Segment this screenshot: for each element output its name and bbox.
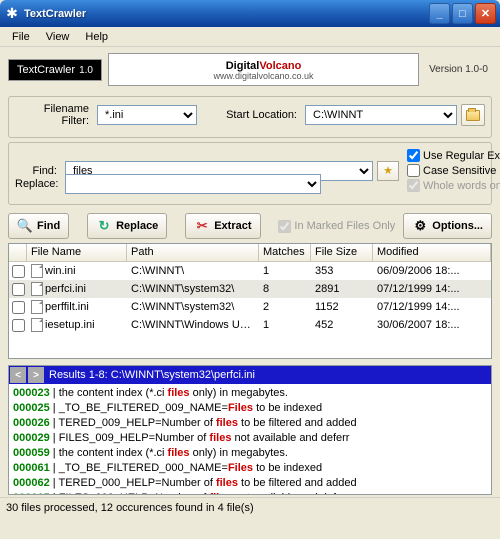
menubar: File View Help bbox=[0, 27, 500, 47]
file-icon bbox=[31, 318, 43, 332]
result-line: 000061 | _TO_BE_FILTERED_000_NAME=Files … bbox=[13, 461, 487, 476]
find-label: Find: bbox=[15, 165, 61, 177]
status-text: 30 files processed, 12 occurences found … bbox=[6, 502, 254, 514]
result-line: 000026 | TERED_009_HELP=Number of files … bbox=[13, 416, 487, 431]
find-button[interactable]: 🔍Find bbox=[8, 213, 69, 239]
find-icon: 🔍 bbox=[17, 218, 33, 234]
preview-header: < > Results 1-8: C:\WINNT\system32\perfc… bbox=[9, 366, 491, 384]
result-line: 000059 | the content index (*.ci files o… bbox=[13, 446, 487, 461]
prev-result-button[interactable]: < bbox=[10, 367, 26, 383]
col-filename[interactable]: File Name bbox=[27, 244, 127, 261]
table-header: File Name Path Matches File Size Modifie… bbox=[9, 244, 491, 262]
filter-panel: Filename Filter: *.ini Start Location: C… bbox=[8, 96, 492, 138]
row-checkbox[interactable] bbox=[12, 319, 25, 332]
case-checkbox[interactable]: Case Sensitive bbox=[407, 164, 485, 177]
replace-button[interactable]: ↻Replace bbox=[87, 213, 167, 239]
col-filesize[interactable]: File Size bbox=[311, 244, 373, 261]
extract-button[interactable]: ✂Extract bbox=[185, 213, 260, 239]
options-button[interactable]: ⚙Options... bbox=[403, 213, 492, 239]
logo-text: TextCrawler bbox=[17, 64, 75, 76]
maximize-button[interactable]: □ bbox=[452, 3, 473, 24]
file-icon bbox=[31, 264, 43, 278]
close-button[interactable]: ✕ bbox=[475, 3, 496, 24]
logo-textcrawler: TextCrawler 1.0 bbox=[8, 59, 102, 81]
marked-only-checkbox: In Marked Files Only bbox=[278, 220, 395, 233]
minimize-button[interactable]: _ bbox=[429, 3, 450, 24]
result-line: 000029 | FILES_009_HELP=Number of files … bbox=[13, 431, 487, 446]
logo-digitalvolcano: DigitalVolcano www.digitalvolcano.co.uk bbox=[108, 53, 419, 86]
filename-filter-label: Filename Filter: bbox=[15, 103, 93, 127]
app-icon: ✱ bbox=[4, 6, 20, 22]
statusbar: 30 files processed, 12 occurences found … bbox=[0, 497, 500, 517]
banner: TextCrawler 1.0 DigitalVolcano www.digit… bbox=[0, 47, 500, 92]
table-row[interactable]: perffilt.iniC:\WINNT\system32\2115207/12… bbox=[9, 298, 491, 316]
row-checkbox[interactable] bbox=[12, 265, 25, 278]
col-matches[interactable]: Matches bbox=[259, 244, 311, 261]
gear-icon: ⚙ bbox=[412, 218, 428, 234]
menu-help[interactable]: Help bbox=[77, 29, 116, 45]
titlebar: ✱ TextCrawler _ □ ✕ bbox=[0, 0, 500, 27]
favorites-button[interactable]: ★ bbox=[377, 161, 399, 181]
results-table: File Name Path Matches File Size Modifie… bbox=[8, 243, 492, 359]
next-result-button[interactable]: > bbox=[28, 367, 44, 383]
col-checkbox[interactable] bbox=[9, 244, 27, 261]
window-title: TextCrawler bbox=[24, 8, 429, 20]
preview-panel: < > Results 1-8: C:\WINNT\system32\perfc… bbox=[8, 365, 492, 495]
table-row[interactable]: iesetup.iniC:\WINNT\Windows Updat...1452… bbox=[9, 316, 491, 334]
star-icon: ★ bbox=[383, 164, 393, 177]
preview-title: Results 1-8: C:\WINNT\system32\perfci.in… bbox=[45, 369, 255, 381]
extract-icon: ✂ bbox=[194, 218, 210, 234]
result-line: 000065 | FILES_000_HELP=Number of files … bbox=[13, 491, 487, 494]
toolbar: 🔍Find ↻Replace ✂Extract In Marked Files … bbox=[0, 209, 500, 243]
folder-icon bbox=[466, 110, 480, 121]
start-location-label: Start Location: bbox=[223, 109, 301, 121]
replace-icon: ↻ bbox=[96, 218, 112, 234]
table-row[interactable]: win.iniC:\WINNT\135306/09/2006 18:... bbox=[9, 262, 491, 280]
menu-file[interactable]: File bbox=[4, 29, 38, 45]
filename-filter-combo[interactable]: *.ini bbox=[97, 105, 197, 125]
result-line: 000023 | the content index (*.ci files o… bbox=[13, 386, 487, 401]
logo-version: 1.0 bbox=[79, 65, 93, 76]
version-label: Version 1.0-0 bbox=[425, 64, 492, 75]
search-panel: Find: files ★ Use Regular Expressions Ca… bbox=[8, 142, 492, 205]
browse-folder-button[interactable] bbox=[461, 104, 485, 126]
replace-combo[interactable] bbox=[65, 174, 321, 194]
row-checkbox[interactable] bbox=[12, 301, 25, 314]
menu-view[interactable]: View bbox=[38, 29, 78, 45]
row-checkbox[interactable] bbox=[12, 283, 25, 296]
file-icon bbox=[31, 300, 43, 314]
result-line: 000025 | _TO_BE_FILTERED_009_NAME=Files … bbox=[13, 401, 487, 416]
replace-label: Replace: bbox=[15, 178, 61, 190]
start-location-combo[interactable]: C:\WINNT bbox=[305, 105, 457, 125]
preview-body: 000023 | the content index (*.ci files o… bbox=[9, 384, 491, 494]
regex-checkbox[interactable]: Use Regular Expressions bbox=[407, 149, 485, 162]
file-icon bbox=[31, 282, 43, 296]
col-modified[interactable]: Modified bbox=[373, 244, 491, 261]
logo-url: www.digitalvolcano.co.uk bbox=[117, 72, 410, 82]
table-row[interactable]: perfci.iniC:\WINNT\system32\8289107/12/1… bbox=[9, 280, 491, 298]
whole-words-checkbox: Whole words only bbox=[407, 179, 485, 192]
result-line: 000062 | TERED_000_HELP=Number of files … bbox=[13, 476, 487, 491]
col-path[interactable]: Path bbox=[127, 244, 259, 261]
